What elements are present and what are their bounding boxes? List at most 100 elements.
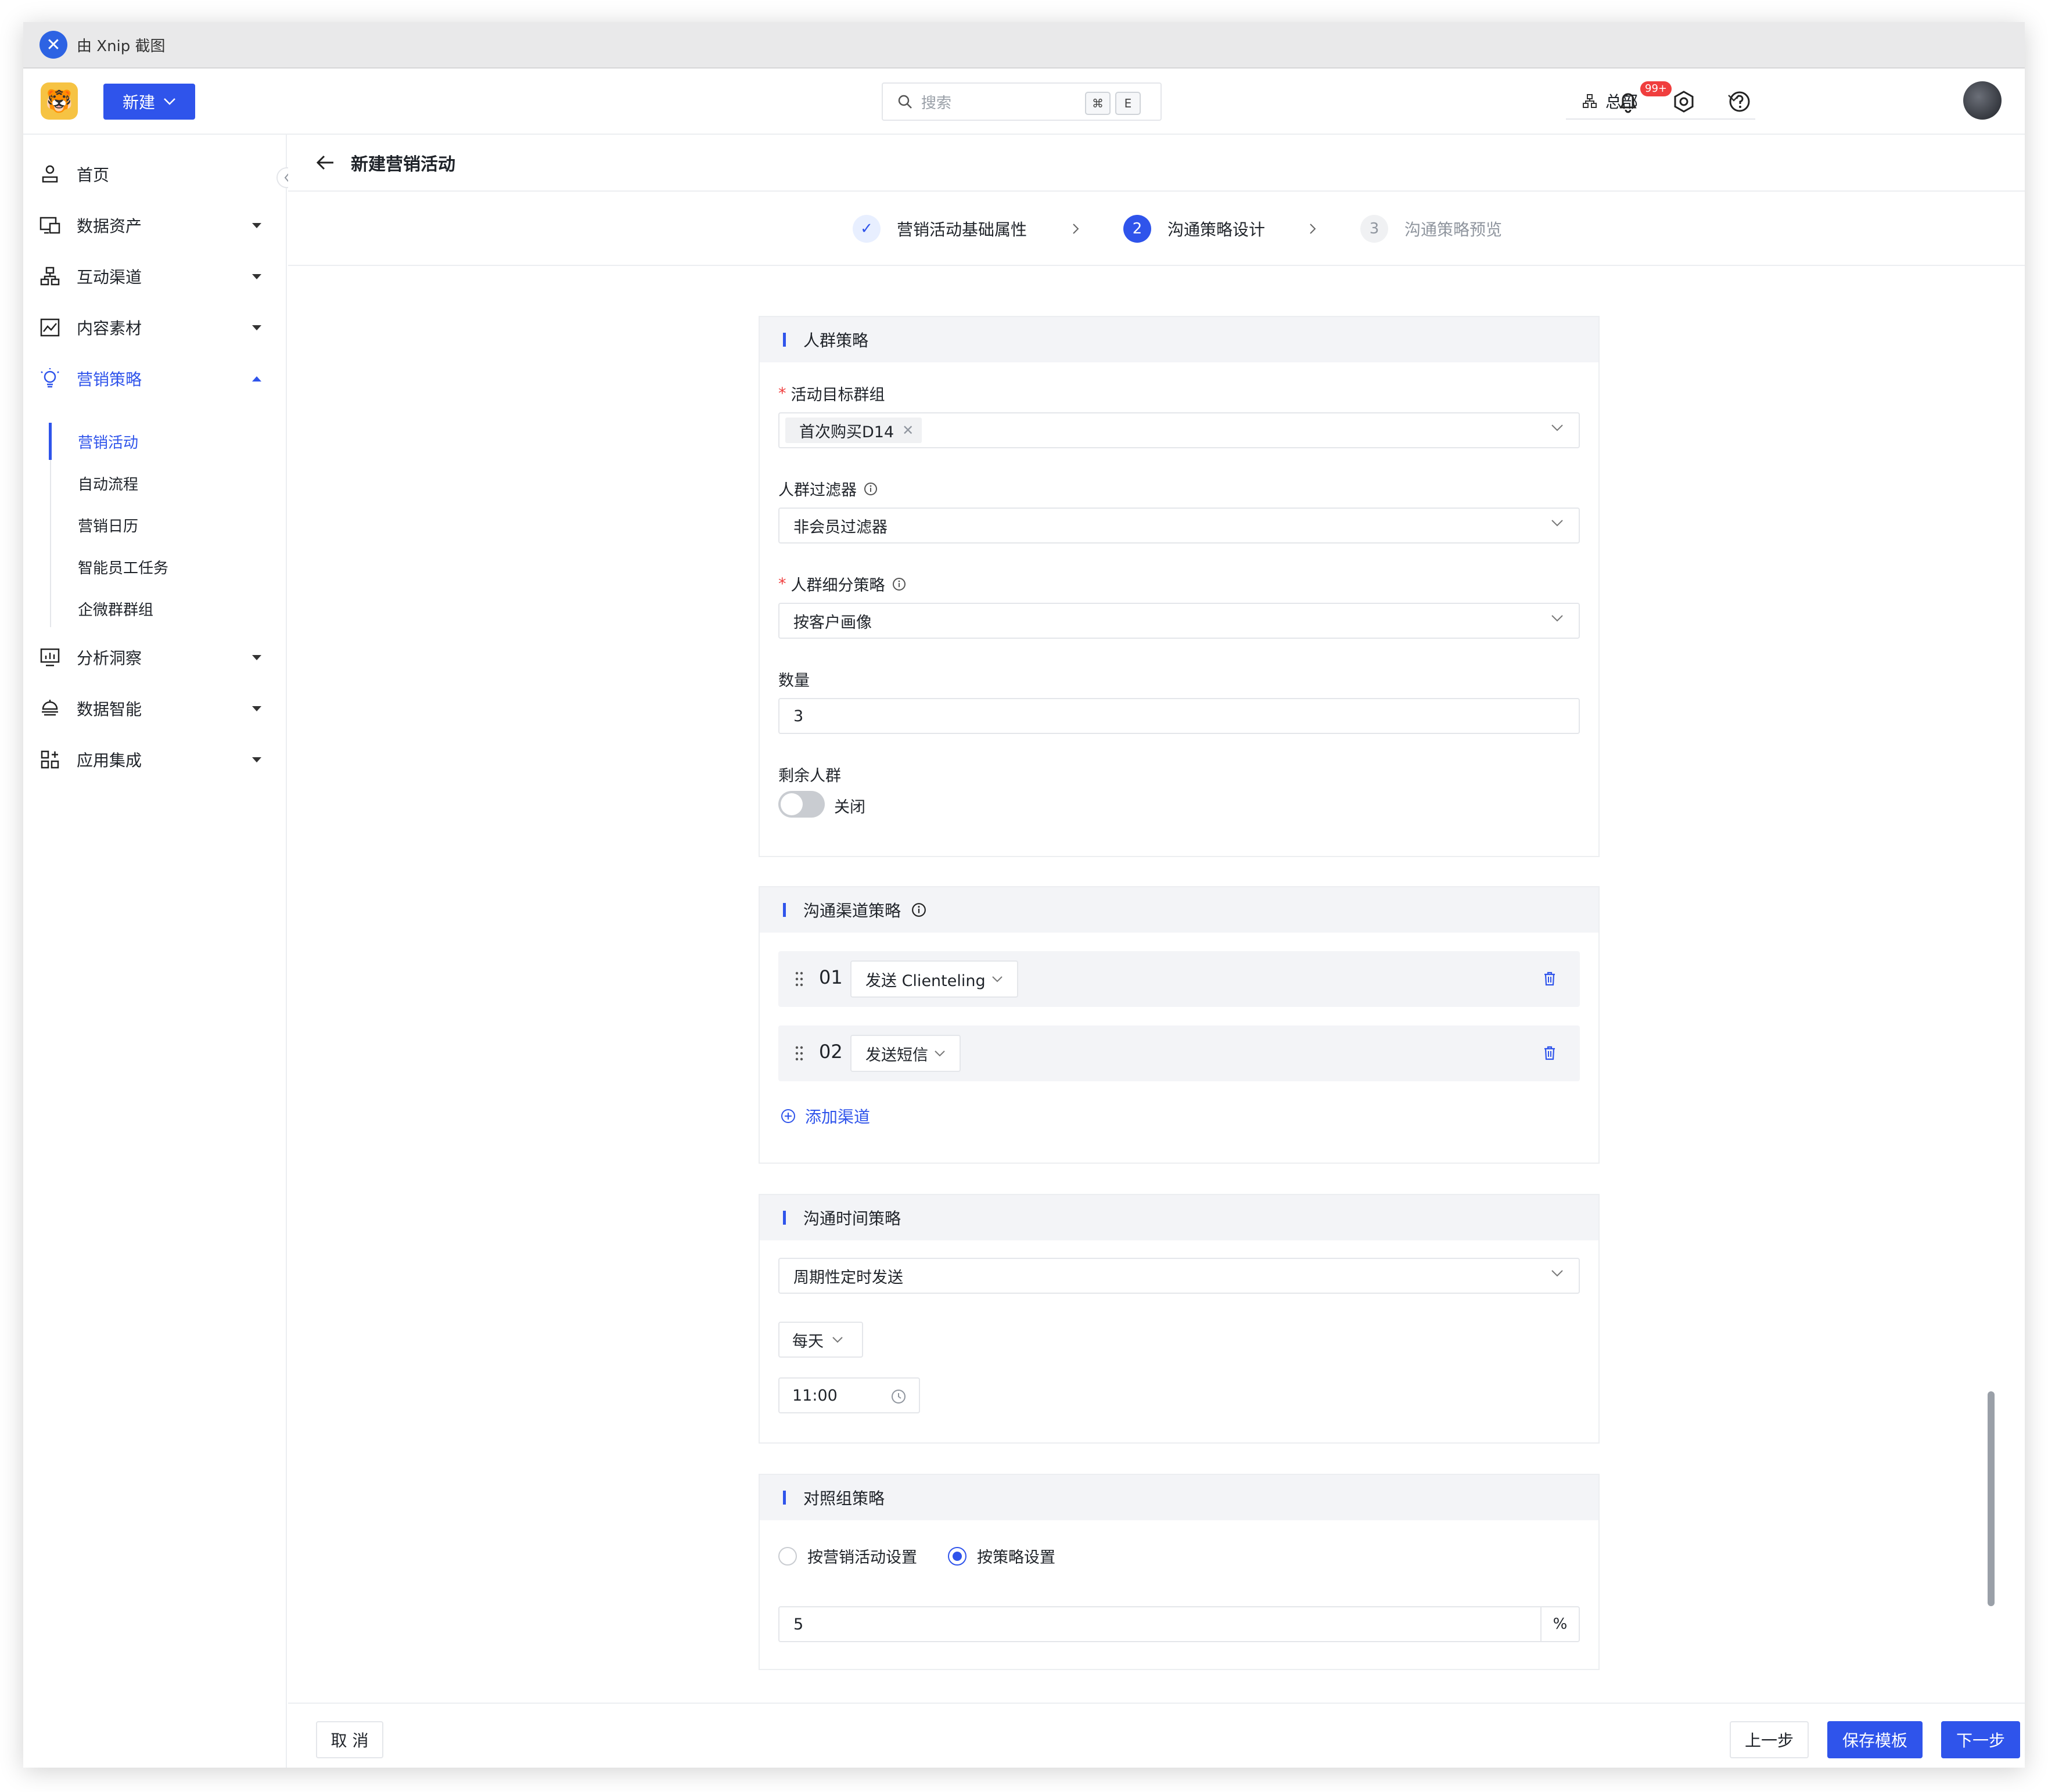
search-placeholder: 搜索 <box>921 94 952 112</box>
section-indicator <box>783 903 786 917</box>
drag-handle-icon[interactable] <box>795 1045 804 1061</box>
previous-step-button[interactable]: 上一步 <box>1730 1721 1809 1758</box>
step-2[interactable]: 2 沟通策略设计 <box>1123 215 1265 243</box>
chevron-right-icon <box>1073 224 1079 234</box>
window-titlebar: ✕ 由 Xnip 截图 <box>23 22 2025 69</box>
footer-actions: 取 消 上一步 保存模板 下一步 <box>288 1703 2025 1768</box>
segment-select[interactable]: 按客户画像 <box>778 603 1580 639</box>
dashboard-icon <box>39 647 60 668</box>
filter-label: 人群过滤器 <box>778 477 878 500</box>
sidebar-item-marketing-strategy[interactable]: 营销策略 <box>23 361 287 396</box>
sidebar-subitem-label: 营销日历 <box>78 517 139 535</box>
control-option-campaign[interactable]: 按营销活动设置 <box>778 1545 917 1567</box>
sidebar-item-data-assets[interactable]: 数据资产 <box>23 208 287 243</box>
caret-down-icon <box>252 655 261 660</box>
lightbulb-icon <box>39 368 60 389</box>
caret-up-icon <box>252 376 261 382</box>
next-step-button[interactable]: 下一步 <box>1941 1721 2020 1758</box>
window-title: 由 Xnip 截图 <box>77 37 166 55</box>
select-value: 周期性定时发送 <box>793 1268 903 1287</box>
cancel-button-label: 取 消 <box>330 1731 369 1750</box>
trash-icon[interactable] <box>1543 971 1557 986</box>
back-arrow-icon[interactable] <box>316 154 335 171</box>
required-mark: * <box>778 575 786 593</box>
sidebar: 首页 数据资产 互动渠道 内容素材 营销策略 营销活动 自动流程 营销日历 智能… <box>23 135 297 1768</box>
drag-handle-icon[interactable] <box>795 971 804 987</box>
sidebar-subitem-ai-tasks[interactable]: 智能员工任务 <box>23 549 287 584</box>
sidebar-item-channels[interactable]: 互动渠道 <box>23 259 287 294</box>
section-indicator <box>783 333 786 347</box>
control-option-strategy[interactable]: 按策略设置 <box>948 1545 1055 1567</box>
sidebar-item-label: 内容素材 <box>77 319 142 338</box>
radio-button-selected[interactable] <box>948 1546 966 1566</box>
channel-select[interactable]: 发送 Clienteling <box>850 960 1018 998</box>
sidebar-subitem-label: 智能员工任务 <box>78 559 169 577</box>
sidebar-item-content[interactable]: 内容素材 <box>23 310 287 345</box>
sidebar-subitem-calendar[interactable]: 营销日历 <box>23 508 287 542</box>
caret-down-icon <box>252 223 261 228</box>
shortcut-e-key: E <box>1115 92 1141 115</box>
top-navigation-bar: 🐯 新建 搜索 ⌘ E 总部 99+ <box>23 69 2025 135</box>
step-label: 沟通策略预览 <box>1404 220 1503 239</box>
chevron-down-icon <box>991 976 1003 983</box>
cancel-button[interactable]: 取 消 <box>316 1721 383 1758</box>
sidebar-item-analytics[interactable]: 分析洞察 <box>23 640 287 675</box>
chevron-down-icon <box>935 1050 945 1057</box>
audience-strategy-card: 人群策略 * 活动目标群组 首次购买D14 ✕ 人群过滤器 非会员过滤器 * 人… <box>759 316 1600 857</box>
frequency-select[interactable]: 每天 <box>778 1322 863 1358</box>
step-3[interactable]: 3 沟通策略预览 <box>1360 215 1502 243</box>
close-icon[interactable]: ✕ <box>902 422 914 438</box>
control-percent-input[interactable]: 5 % <box>778 1606 1580 1642</box>
apps-grid-icon <box>39 749 60 770</box>
bell-icon[interactable] <box>1616 89 1640 114</box>
toggle-knob <box>781 793 803 815</box>
add-channel-link[interactable]: 添加渠道 <box>781 1104 870 1128</box>
channel-select[interactable]: 发送短信 <box>850 1035 961 1072</box>
target-group-select[interactable]: 首次购买D14 ✕ <box>778 412 1580 448</box>
radio-label: 按策略设置 <box>977 1549 1055 1567</box>
timing-mode-select[interactable]: 周期性定时发送 <box>778 1258 1580 1294</box>
save-template-button[interactable]: 保存模板 <box>1827 1721 1923 1758</box>
sidebar-item-label: 互动渠道 <box>77 268 142 287</box>
channel-row: 01 发送 Clienteling <box>778 951 1580 1007</box>
app-logo-icon[interactable]: 🐯 <box>41 82 78 120</box>
xnip-logo-icon: ✕ <box>39 31 67 59</box>
radio-button[interactable] <box>778 1546 797 1566</box>
sidebar-item-home[interactable]: 首页 <box>23 157 287 192</box>
sidebar-subitem-campaigns[interactable]: 营销活动 <box>23 424 287 459</box>
select-value: 每天 <box>792 1332 824 1351</box>
card-header: 沟通时间策略 <box>760 1195 1598 1240</box>
time-picker[interactable]: 11:00 <box>778 1377 920 1413</box>
step-1[interactable]: ✓ 营销活动基础属性 <box>853 215 1027 243</box>
field-label-text: 人群细分策略 <box>791 577 885 595</box>
field-label-text: 活动目标群组 <box>791 386 885 404</box>
quantity-input[interactable]: 3 <box>778 698 1580 734</box>
sidebar-subitem-label: 企微群群组 <box>78 601 154 619</box>
remaining-label: 剩余人群 <box>778 763 841 786</box>
remaining-toggle[interactable] <box>778 791 825 818</box>
help-icon[interactable] <box>1727 89 1752 114</box>
scrollbar[interactable] <box>1988 1391 1995 1606</box>
caret-down-icon <box>252 274 261 279</box>
sidebar-item-data-intelligence[interactable]: 数据智能 <box>23 691 287 726</box>
info-icon[interactable] <box>892 577 906 591</box>
search-input[interactable]: 搜索 ⌘ E <box>882 82 1162 121</box>
new-button[interactable]: 新建 <box>103 84 195 120</box>
new-button-label: 新建 <box>122 93 155 112</box>
info-icon[interactable] <box>911 902 926 917</box>
sidebar-subitem-auto-flow[interactable]: 自动流程 <box>23 466 287 501</box>
sidebar-item-integrations[interactable]: 应用集成 <box>23 742 287 777</box>
trash-icon[interactable] <box>1543 1045 1557 1060</box>
filter-select[interactable]: 非会员过滤器 <box>778 508 1580 544</box>
settings-icon[interactable] <box>1672 89 1696 114</box>
section-indicator <box>783 1491 786 1505</box>
channel-strategy-card: 沟通渠道策略 01 发送 Clienteling 02 发送短信 添加渠道 <box>759 886 1600 1164</box>
segment-label: * 人群细分策略 <box>778 573 906 595</box>
sidebar-subitem-wecom-groups[interactable]: 企微群群组 <box>23 591 287 626</box>
user-avatar[interactable] <box>1963 81 2002 120</box>
input-value: 5 <box>793 1615 804 1633</box>
info-icon[interactable] <box>864 482 878 496</box>
chevron-right-icon <box>1310 224 1316 234</box>
time-value: 11:00 <box>792 1386 838 1405</box>
search-icon <box>898 95 912 109</box>
